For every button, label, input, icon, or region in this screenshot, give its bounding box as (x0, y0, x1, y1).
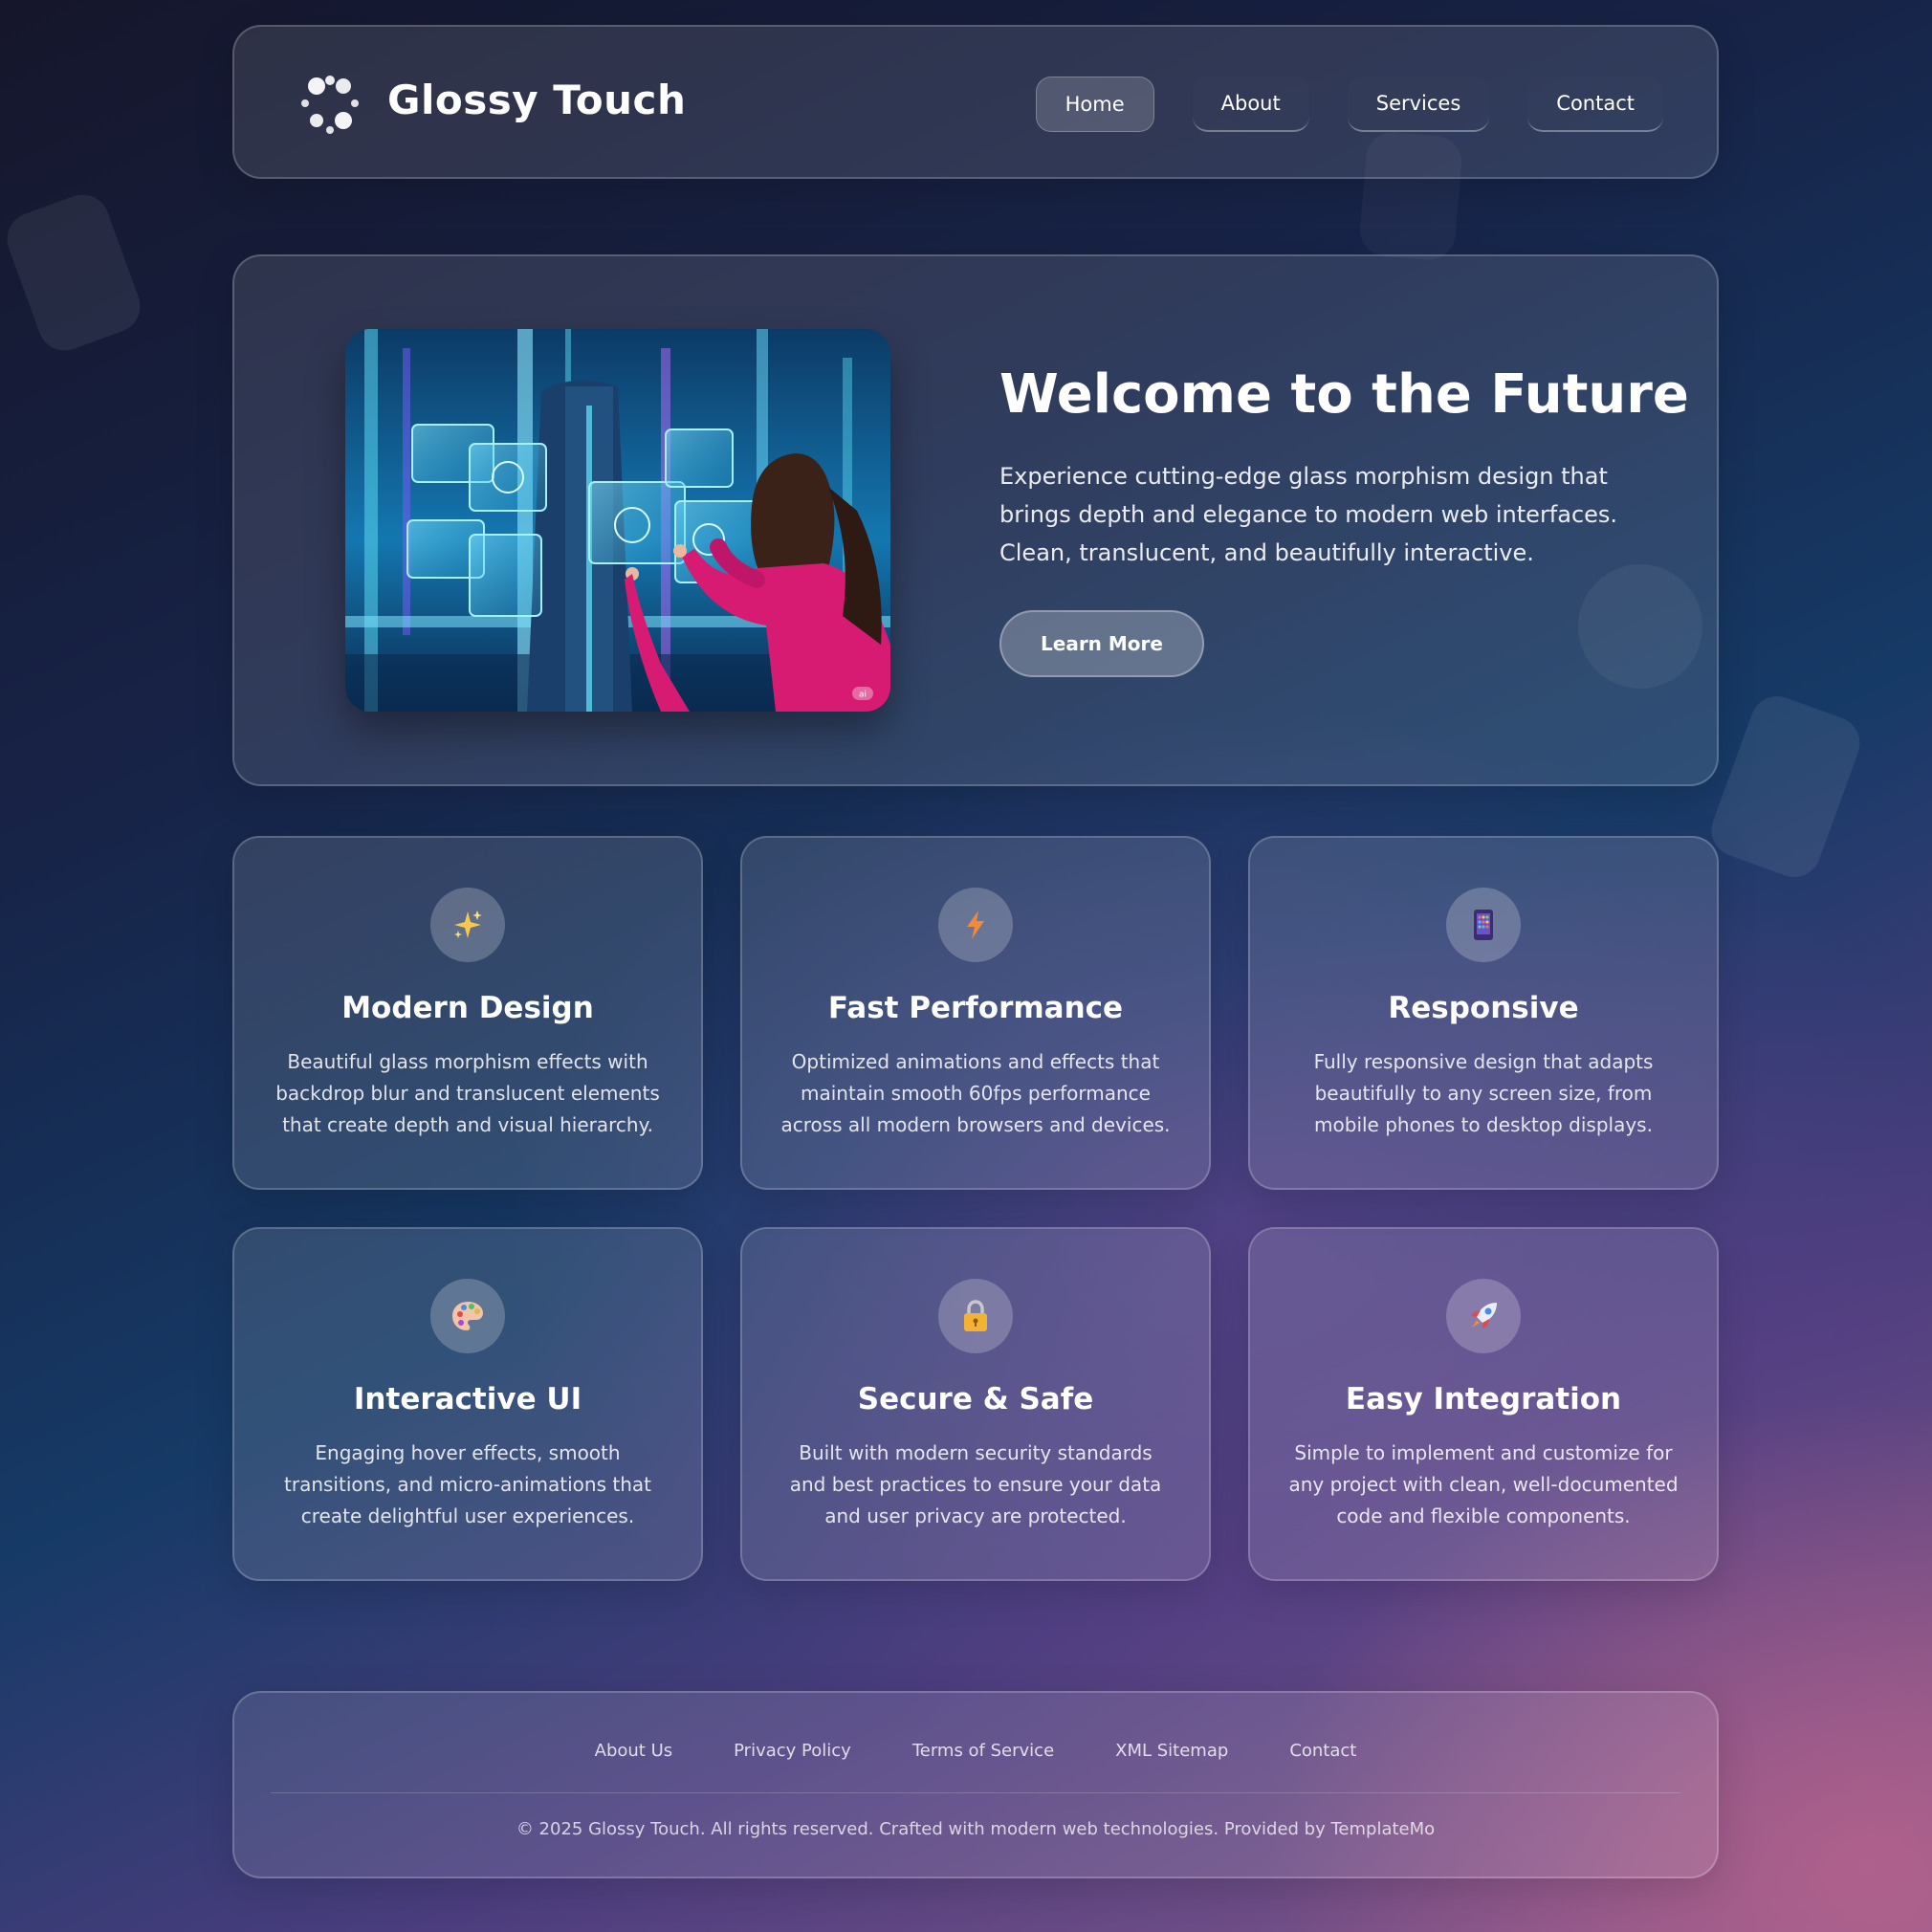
footer-link-contact[interactable]: Contact (1289, 1741, 1356, 1761)
feature-title: Fast Performance (827, 991, 1124, 1025)
feature-title: Modern Design (341, 991, 594, 1025)
feature-title: Responsive (1388, 991, 1579, 1025)
decorative-shape (0, 187, 148, 359)
nav-item-contact[interactable]: Contact (1527, 77, 1663, 132)
mobile-phone-icon (1446, 888, 1521, 962)
nav-item-home[interactable]: Home (1035, 77, 1154, 132)
feature-description: Engaging hover effects, smooth transitio… (284, 1441, 651, 1527)
feature-card[interactable]: Easy Integration Simple to implement and… (1248, 1227, 1719, 1581)
lock-icon (938, 1279, 1013, 1353)
feature-card[interactable]: Secure & Safe Built with modern security… (740, 1227, 1211, 1581)
brand-name[interactable]: Glossy Touch (387, 77, 686, 123)
image-ai-badge: ai (859, 691, 867, 700)
hero-title: Welcome to the Future (999, 363, 1689, 426)
feature-description: Built with modern security standards and… (789, 1441, 1162, 1527)
palette-icon (430, 1279, 505, 1353)
hero-section: ai Welcome to the Future Experience cutt… (232, 254, 1719, 786)
copyright-text: © 2025 Glossy Touch. All rights reserved… (516, 1819, 1436, 1839)
site-footer: About Us Privacy Policy Terms of Service… (232, 1691, 1719, 1878)
learn-more-button[interactable]: Learn More (999, 610, 1204, 677)
lightning-icon (938, 888, 1013, 962)
feature-description: Beautiful glass morphism effects with ba… (275, 1050, 660, 1136)
feature-card[interactable]: Responsive Fully responsive design that … (1248, 836, 1719, 1190)
footer-divider (271, 1792, 1680, 1793)
hero-description: Experience cutting-edge glass morphism d… (999, 463, 1618, 566)
nav-item-about[interactable]: About (1192, 77, 1309, 132)
decorative-shape (1703, 689, 1868, 885)
footer-links: About Us Privacy Policy Terms of Service… (234, 1741, 1717, 1761)
footer-link-terms-of-service[interactable]: Terms of Service (912, 1741, 1054, 1761)
feature-card[interactable]: Modern Design Beautiful glass morphism e… (232, 836, 703, 1190)
logo-dots-icon[interactable] (297, 71, 362, 136)
feature-title: Easy Integration (1345, 1382, 1622, 1416)
feature-card[interactable]: Fast Performance Optimized animations an… (740, 836, 1211, 1190)
feature-card[interactable]: Interactive UI Engaging hover effects, s… (232, 1227, 703, 1581)
sparkles-icon (430, 888, 505, 962)
feature-description: Optimized animations and effects that ma… (780, 1050, 1171, 1136)
hero-image: ai (345, 329, 890, 712)
footer-link-xml-sitemap[interactable]: XML Sitemap (1115, 1741, 1228, 1761)
site-header: Glossy Touch Home About Services Contact (232, 25, 1719, 179)
feature-title: Interactive UI (353, 1382, 582, 1416)
nav-item-services[interactable]: Services (1347, 77, 1490, 132)
main-nav: Home About Services Contact (1035, 77, 1663, 132)
feature-description: Simple to implement and customize for an… (1288, 1441, 1679, 1527)
footer-link-privacy-policy[interactable]: Privacy Policy (734, 1741, 851, 1761)
rocket-icon (1446, 1279, 1521, 1353)
footer-link-about-us[interactable]: About Us (595, 1741, 673, 1761)
feature-title: Secure & Safe (857, 1382, 1094, 1416)
feature-description: Fully responsive design that adapts beau… (1313, 1050, 1654, 1136)
